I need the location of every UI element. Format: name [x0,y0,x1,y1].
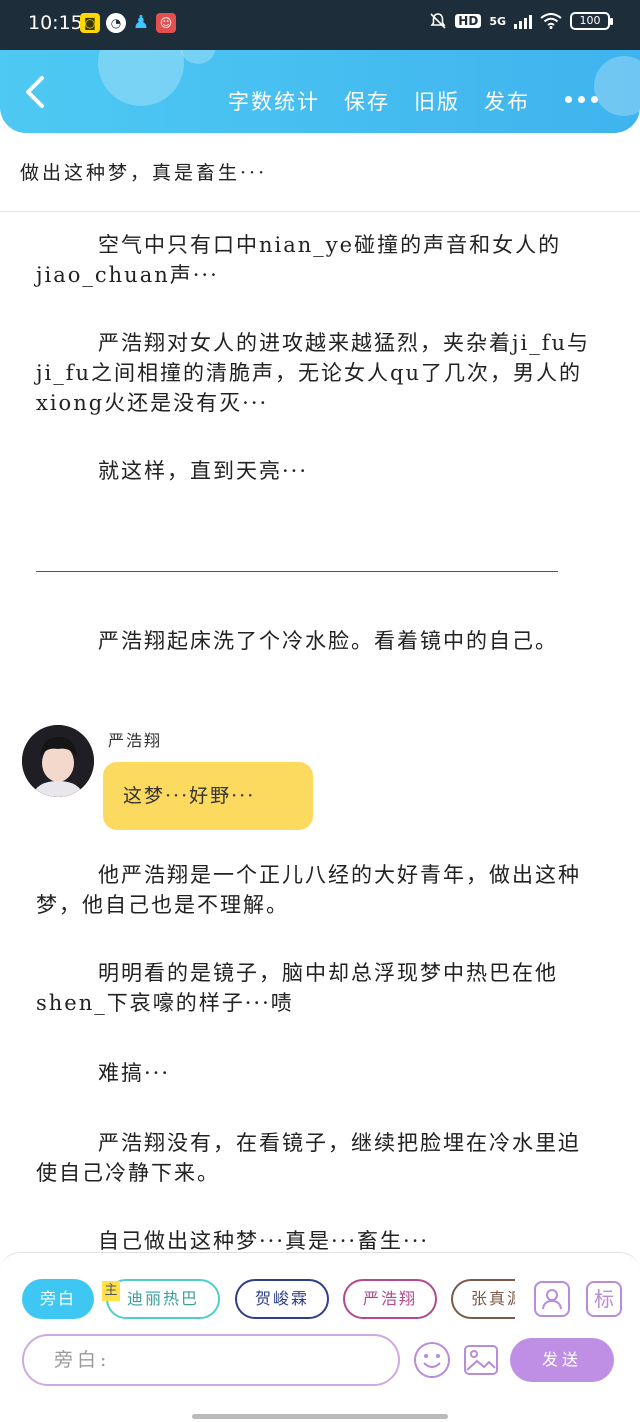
role-chip-narrator[interactable]: 旁白 [22,1279,94,1319]
decor-bubble [180,50,216,64]
avatar[interactable] [22,725,94,797]
save-button[interactable]: 保存 [344,86,390,116]
signal-icon [514,13,532,29]
home-indicator[interactable] [192,1414,448,1419]
mark-button[interactable]: 标 [586,1281,622,1317]
bell-muted-icon [430,13,446,29]
word-count-button[interactable]: 字数统计 [228,86,320,116]
scene-divider [36,571,558,572]
send-button[interactable]: 发送 [510,1338,614,1382]
story-paragraph[interactable]: 严浩翔起床洗了个冷水脸。看着镜中的自己。 [36,626,592,656]
dialogue-bubble[interactable]: 这梦···好野··· [103,762,313,830]
main-role-tag: 主 [102,1281,120,1301]
title-divider [0,211,640,212]
header-actions: 字数统计 保存 旧版 发布 [228,86,530,116]
story-paragraph[interactable]: 就这样，直到天亮··· [36,456,592,486]
back-icon[interactable] [18,72,52,112]
compass-icon: ◔ [106,13,126,33]
qq-penguin-icon: ♟ [132,12,150,33]
network-type: 5G [489,14,506,28]
hd-badge: HD [455,14,482,28]
character-manage-icon[interactable] [534,1281,570,1317]
old-version-button[interactable]: 旧版 [414,86,460,116]
decor-bubble [594,56,640,116]
chapter-title[interactable]: 做出这种梦，真是畜生··· [20,158,267,185]
status-bar: 10:15 ◙ ◔ ♟ ☺ HD 5G 100 [0,0,640,50]
app-avatar-icon: ☺ [156,13,176,33]
story-paragraph[interactable]: 他严浩翔是一个正儿八经的大好青年，做出这种梦，他自己也是不理解。 [36,860,592,920]
story-paragraph[interactable]: 难搞··· [36,1058,592,1088]
more-options-icon[interactable] [565,96,598,103]
image-icon[interactable] [462,1341,500,1379]
speaker-name: 严浩翔 [108,731,163,750]
editor-header: 字数统计 保存 旧版 发布 [0,50,640,133]
battery-icon: 100 [570,12,613,30]
story-paragraph[interactable]: 明明看的是镜子，脑中却总浮现梦中热巴在他shen_下哀嚎的样子···啧 [36,958,592,1018]
character-portrait [22,725,94,797]
story-paragraph[interactable]: 严浩翔对女人的进攻越来越猛烈，夹杂着ji_fu与ji_fu之间相撞的清脆声，无论… [36,328,592,418]
story-paragraph[interactable]: 严浩翔没有，在看镜子，继续把脸埋在冷水里迫使自己冷静下来。 [36,1128,592,1188]
emoji-icon[interactable] [413,1341,451,1379]
wifi-icon [540,13,562,29]
role-chip-yanhaoxiang[interactable]: 严浩翔 [343,1279,437,1319]
status-indicators: HD 5G 100 [429,12,613,30]
role-chip-hejunlin[interactable]: 贺峻霖 [235,1279,329,1319]
role-chip-zhangzhenyuan[interactable]: 张真源 [451,1279,515,1319]
status-time: 10:15 [28,12,83,34]
decor-bubble [98,50,184,106]
app-notification-icon: ◙ [80,13,100,33]
dialogue-input[interactable]: 旁白: [22,1334,400,1386]
story-paragraph[interactable]: 空气中只有口中nian_ye碰撞的声音和女人的jiao_chuan声··· [36,230,592,290]
publish-button[interactable]: 发布 [484,86,530,116]
role-chip-dilireba[interactable]: 迪丽热巴 [106,1279,220,1319]
